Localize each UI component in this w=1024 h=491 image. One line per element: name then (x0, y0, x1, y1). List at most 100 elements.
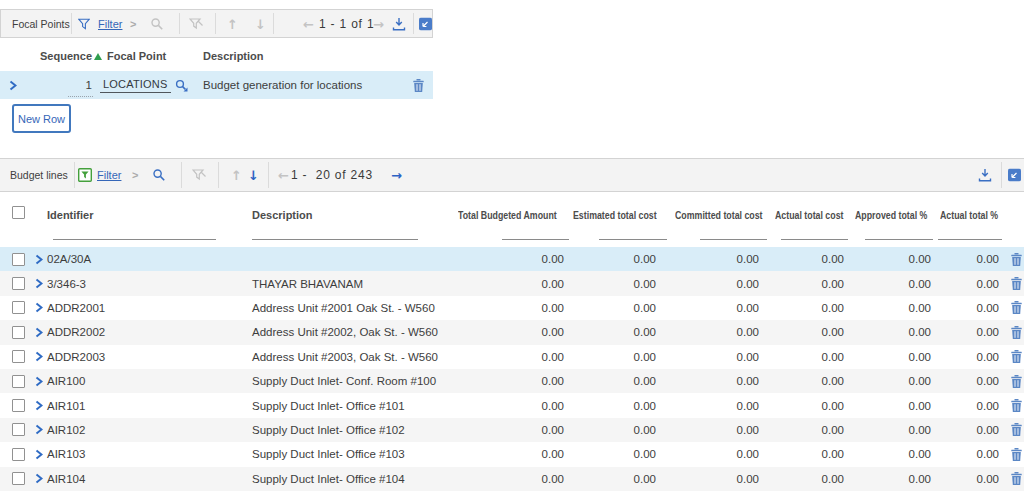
identifier-cell[interactable]: AIR101 (47, 400, 252, 412)
approved-total-pct-cell[interactable]: 0.00 (845, 351, 932, 363)
row-checkbox[interactable] (0, 448, 31, 461)
committed-total-cost-cell[interactable]: 0.00 (657, 473, 760, 485)
approved-total-pct-cell[interactable]: 0.00 (845, 375, 932, 387)
expand-row-icon[interactable] (31, 254, 47, 265)
estimated-total-cost-cell[interactable]: 0.00 (565, 473, 657, 485)
estimated-total-cost-cell[interactable]: 0.00 (565, 424, 657, 436)
previous-page-icon[interactable]: ← (303, 17, 314, 30)
expand-row-icon[interactable] (31, 424, 47, 435)
committed-total-cost-cell[interactable]: 0.00 (657, 400, 760, 412)
row-checkbox[interactable] (0, 399, 31, 412)
committed-total-cost-cell[interactable]: 0.00 (657, 424, 760, 436)
description-cell[interactable]: Supply Duct Inlet- Conf. Room #100 (252, 375, 450, 387)
column-header-estimated-total-cost[interactable]: Estimated total cost (573, 209, 657, 221)
approved-total-pct-cell[interactable]: 0.00 (845, 278, 932, 290)
approved-total-pct-cell[interactable]: 0.00 (845, 424, 932, 436)
filter-table-icon[interactable] (78, 168, 92, 182)
identifier-cell[interactable]: ADDR2002 (47, 326, 252, 338)
approved-total-pct-cell[interactable]: 0.00 (845, 302, 932, 314)
focal-point-description[interactable]: Budget generation for locations (196, 79, 400, 91)
maximize-icon[interactable] (419, 17, 432, 30)
focal-points-row[interactable]: 1 LOCATIONS Budget generation for locati… (0, 71, 433, 99)
actual-total-cost-cell[interactable]: 0.00 (760, 375, 845, 387)
next-row-icon[interactable]: ↓ (255, 17, 266, 30)
identifier-cell[interactable]: 3/346-3 (47, 278, 252, 290)
delete-row-button[interactable] (400, 79, 433, 92)
open-filter-chevron-icon[interactable]: > (130, 18, 136, 30)
description-cell[interactable]: Supply Duct Inlet- Office #102 (252, 424, 450, 436)
expand-row-icon[interactable] (31, 473, 47, 484)
filter-input-approved-total-pct[interactable] (865, 239, 933, 240)
committed-total-cost-cell[interactable]: 0.00 (657, 278, 760, 290)
table-row[interactable]: AIR101 Supply Duct Inlet- Office #101 0.… (0, 393, 1024, 417)
identifier-cell[interactable]: ADDR2003 (47, 351, 252, 363)
estimated-total-cost-cell[interactable]: 0.00 (565, 448, 657, 460)
next-row-icon[interactable]: ↓ (248, 169, 259, 182)
expand-row-icon[interactable] (31, 449, 47, 460)
estimated-total-cost-cell[interactable]: 0.00 (565, 400, 657, 412)
actual-total-cost-cell[interactable]: 0.00 (760, 326, 845, 338)
delete-row-button[interactable] (1000, 253, 1024, 266)
total-budgeted-amount-cell[interactable]: 0.00 (450, 351, 565, 363)
total-budgeted-amount-cell[interactable]: 0.00 (450, 473, 565, 485)
actual-total-pct-cell[interactable]: 0.00 (932, 326, 1000, 338)
download-icon[interactable] (391, 17, 407, 31)
row-checkbox[interactable] (0, 326, 31, 339)
actual-total-pct-cell[interactable]: 0.00 (932, 448, 1000, 460)
column-header-committed-total-cost[interactable]: Committed total cost (675, 209, 763, 221)
previous-page-icon[interactable]: ← (278, 169, 289, 182)
description-cell[interactable]: Supply Duct Inlet- Office #101 (252, 400, 450, 412)
expand-row-icon[interactable] (31, 302, 47, 313)
column-header-identifier[interactable]: Identifier (47, 209, 93, 221)
total-budgeted-amount-cell[interactable]: 0.00 (450, 278, 565, 290)
actual-total-pct-cell[interactable]: 0.00 (932, 278, 1000, 290)
committed-total-cost-cell[interactable]: 0.00 (657, 448, 760, 460)
description-cell[interactable]: Address Unit #2003, Oak St. - W560 (252, 351, 450, 363)
estimated-total-cost-cell[interactable]: 0.00 (565, 253, 657, 265)
delete-row-button[interactable] (1000, 301, 1024, 314)
approved-total-pct-cell[interactable]: 0.00 (845, 253, 932, 265)
description-cell[interactable]: Address Unit #2001 Oak St. - W560 (252, 302, 450, 314)
total-budgeted-amount-cell[interactable]: 0.00 (450, 302, 565, 314)
estimated-total-cost-cell[interactable]: 0.00 (565, 302, 657, 314)
clear-filter-icon[interactable] (192, 169, 206, 182)
delete-row-button[interactable] (1000, 399, 1024, 412)
expand-row-icon[interactable] (31, 400, 47, 411)
table-row[interactable]: AIR103 Supply Duct Inlet- Office #103 0.… (0, 442, 1024, 466)
estimated-total-cost-cell[interactable]: 0.00 (565, 326, 657, 338)
table-row[interactable]: 02A/30A 0.00 0.00 0.00 0.00 0.00 0.00 (0, 247, 1024, 271)
actual-total-cost-cell[interactable]: 0.00 (760, 253, 845, 265)
table-row[interactable]: AIR104 Supply Duct Inlet- Office #104 0.… (0, 467, 1024, 491)
row-checkbox[interactable] (0, 423, 31, 436)
approved-total-pct-cell[interactable]: 0.00 (845, 448, 932, 460)
new-row-button[interactable]: New Row (12, 104, 71, 133)
filter-input-estimated-total-cost[interactable] (599, 239, 667, 240)
column-header-description[interactable]: Description (252, 209, 313, 221)
total-budgeted-amount-cell[interactable]: 0.00 (450, 253, 565, 265)
select-all-checkbox[interactable] (12, 205, 25, 223)
column-header-actual-total-pct[interactable]: Actual total % (940, 209, 998, 221)
approved-total-pct-cell[interactable]: 0.00 (845, 326, 932, 338)
open-filter-chevron-icon[interactable]: > (132, 169, 138, 181)
total-budgeted-amount-cell[interactable]: 0.00 (450, 448, 565, 460)
filter-funnel-icon[interactable] (78, 18, 90, 30)
column-header-actual-total-cost[interactable]: Actual total cost (775, 209, 843, 221)
column-header-total-budgeted-amount[interactable]: Total Budgeted Amount (458, 209, 557, 221)
column-header-approved-total-pct[interactable]: Approved total % (855, 209, 927, 221)
approved-total-pct-cell[interactable]: 0.00 (845, 473, 932, 485)
actual-total-cost-cell[interactable]: 0.00 (760, 424, 845, 436)
identifier-cell[interactable]: AIR104 (47, 473, 252, 485)
column-header-sequence[interactable]: Sequence (30, 50, 102, 62)
actual-total-cost-cell[interactable]: 0.00 (760, 473, 845, 485)
description-cell[interactable]: Supply Duct Inlet- Office #103 (252, 448, 450, 460)
actual-total-pct-cell[interactable]: 0.00 (932, 253, 1000, 265)
actual-total-pct-cell[interactable]: 0.00 (932, 302, 1000, 314)
row-checkbox[interactable] (0, 253, 31, 266)
total-budgeted-amount-cell[interactable]: 0.00 (450, 326, 565, 338)
delete-row-button[interactable] (1000, 423, 1024, 436)
next-page-icon[interactable]: → (391, 169, 402, 182)
actual-total-pct-cell[interactable]: 0.00 (932, 351, 1000, 363)
actual-total-pct-cell[interactable]: 0.00 (932, 400, 1000, 412)
table-row[interactable]: 3/346-3 THAYAR BHAVANAM 0.00 0.00 0.00 0… (0, 271, 1024, 295)
estimated-total-cost-cell[interactable]: 0.00 (565, 375, 657, 387)
